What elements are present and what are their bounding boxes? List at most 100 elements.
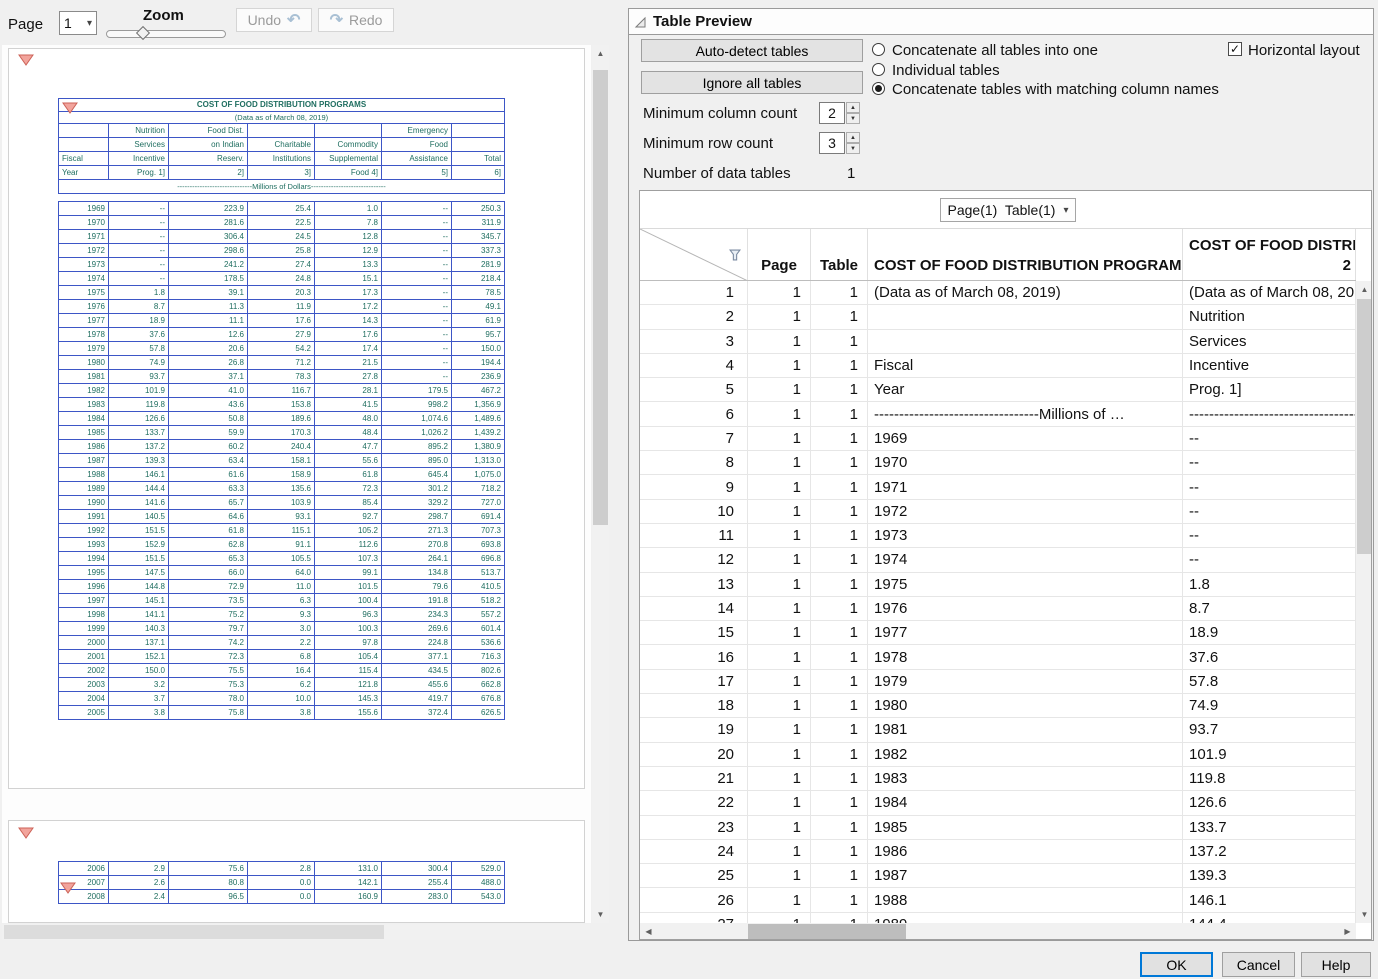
table-marker-icon[interactable] xyxy=(60,882,76,894)
pdf-cell: 47.7 xyxy=(315,440,382,454)
table-row[interactable]: 1511197718.9 xyxy=(640,621,1356,645)
table-row[interactable]: 1911198193.7 xyxy=(640,718,1356,742)
scroll-down-arrow[interactable]: ▼ xyxy=(592,906,609,923)
cancel-button[interactable]: Cancel xyxy=(1222,952,1295,977)
pdf-cell: 11.9 xyxy=(248,300,315,314)
scroll-right-arrow[interactable]: ▶ xyxy=(1339,923,1356,940)
panel-title: Table Preview xyxy=(653,13,752,30)
table-row[interactable]: 26111988146.1 xyxy=(640,888,1356,912)
table-row[interactable]: 1711197957.8 xyxy=(640,670,1356,694)
pdf-cell: 50.8 xyxy=(169,412,248,426)
col2-cell: --------------------------------------- xyxy=(1183,402,1356,425)
zoom-slider-track[interactable] xyxy=(106,30,226,38)
table-row[interactable]: 7111969-- xyxy=(640,427,1356,451)
pdf-cell: 1973 xyxy=(59,258,109,272)
pdf-detected-table[interactable]: COST OF FOOD DISTRIBUTION PROGRAMS(Data … xyxy=(58,98,505,720)
pdf-cell: 1,380.9 xyxy=(452,440,505,454)
ok-button[interactable]: OK xyxy=(1140,952,1213,977)
pdf-cell: 107.3 xyxy=(315,552,382,566)
min-column-count-stepper[interactable]: ▲ ▼ xyxy=(846,102,860,124)
page-select[interactable]: 1 ▾ xyxy=(59,11,97,35)
table-row[interactable]: 25111987139.3 xyxy=(640,864,1356,888)
spinner-down-icon[interactable]: ▼ xyxy=(846,113,860,124)
filter-funnel-icon[interactable] xyxy=(729,249,741,261)
min-row-count-input[interactable]: 3 xyxy=(819,132,845,154)
scroll-down-arrow[interactable]: ▼ xyxy=(1356,906,1372,923)
document-horizontal-scrollbar[interactable] xyxy=(2,924,590,940)
ignore-all-tables-button[interactable]: Ignore all tables xyxy=(641,71,863,94)
spinner-down-icon[interactable]: ▼ xyxy=(846,143,860,154)
grid-horizontal-scrollbar[interactable]: ◀ ▶ xyxy=(640,923,1356,940)
table-cell: 1 xyxy=(811,718,868,741)
table-row[interactable]: 21111983119.8 xyxy=(640,767,1356,791)
scroll-thumb[interactable] xyxy=(593,70,608,525)
spinner-up-icon[interactable]: ▲ xyxy=(846,132,860,143)
table-row[interactable]: 11111973-- xyxy=(640,524,1356,548)
table-marker-icon[interactable] xyxy=(18,54,34,66)
table-row[interactable]: 8111970-- xyxy=(640,451,1356,475)
table-row[interactable]: 27111989144.4 xyxy=(640,913,1356,923)
horizontal-layout-label[interactable]: Horizontal layout xyxy=(1248,42,1360,59)
radio-concatenate-matching[interactable] xyxy=(872,82,885,95)
spinner-up-icon[interactable]: ▲ xyxy=(846,102,860,113)
table-row[interactable]: 131119751.8 xyxy=(640,573,1356,597)
scroll-left-arrow[interactable]: ◀ xyxy=(640,923,657,940)
table-row[interactable]: 211Nutrition xyxy=(640,305,1356,329)
table-row[interactable]: 1811198074.9 xyxy=(640,694,1356,718)
redo-button[interactable]: ↷ Redo xyxy=(318,8,394,32)
table-row[interactable]: 411FiscalIncentive xyxy=(640,354,1356,378)
table-selector-strip: Page(1) Table(1) ▾ xyxy=(640,191,1371,229)
table-marker-icon[interactable] xyxy=(62,102,78,114)
radio-individual-tables[interactable] xyxy=(872,63,885,76)
col1-cell: 1987 xyxy=(868,864,1183,887)
help-button[interactable]: Help xyxy=(1301,952,1371,977)
table-row[interactable]: 9111971-- xyxy=(640,475,1356,499)
grid-header-table[interactable]: Table xyxy=(811,229,868,280)
min-row-count-stepper[interactable]: ▲ ▼ xyxy=(846,132,860,154)
grid-header-page[interactable]: Page xyxy=(748,229,811,280)
collapse-triangle-icon[interactable] xyxy=(634,16,647,29)
grid-header-col1[interactable]: COST OF FOOD DISTRIBUTION PROGRAMS xyxy=(868,229,1183,280)
table-row[interactable]: 24111986137.2 xyxy=(640,840,1356,864)
table-cell: 1 xyxy=(811,451,868,474)
table-row[interactable]: 141119768.7 xyxy=(640,597,1356,621)
table-row[interactable]: 511YearProg. 1] xyxy=(640,378,1356,402)
min-column-count-input[interactable]: 2 xyxy=(819,102,845,124)
table-row[interactable]: 12111974-- xyxy=(640,548,1356,572)
grid-header-col2[interactable]: COST OF FOOD DISTRI 2 xyxy=(1183,229,1356,280)
table-row[interactable]: 23111985133.7 xyxy=(640,816,1356,840)
col1-cell xyxy=(868,330,1183,353)
table-row[interactable]: 10111972-- xyxy=(640,500,1356,524)
pdf-cell: 74.2 xyxy=(169,636,248,650)
table-row[interactable]: 111(Data as of March 08, 2019)(Data as o… xyxy=(640,281,1356,305)
table-selector-dropdown[interactable]: Page(1) Table(1) ▾ xyxy=(940,198,1076,222)
row-number-cell: 1 xyxy=(640,281,748,304)
table-row[interactable]: 311Services xyxy=(640,330,1356,354)
table-row[interactable]: 1611197837.6 xyxy=(640,645,1356,669)
scroll-thumb[interactable] xyxy=(1357,299,1372,554)
radio-concatenate-matching-label[interactable]: Concatenate tables with matching column … xyxy=(892,81,1219,98)
scroll-up-arrow[interactable]: ▲ xyxy=(1356,281,1372,298)
scroll-thumb[interactable] xyxy=(748,924,906,939)
radio-concatenate-all-label[interactable]: Concatenate all tables into one xyxy=(892,42,1098,59)
grid-vertical-scrollbar[interactable]: ▲ ▼ xyxy=(1356,281,1372,923)
table-row[interactable]: 22111984126.6 xyxy=(640,791,1356,815)
table-row[interactable]: 611---------------------------------Mill… xyxy=(640,402,1356,426)
pdf-cell: 99.1 xyxy=(315,566,382,580)
auto-detect-tables-button[interactable]: Auto-detect tables xyxy=(641,39,863,62)
pdf-cell: 78.5 xyxy=(452,286,505,300)
horizontal-layout-checkbox[interactable]: ✓ xyxy=(1228,42,1242,56)
radio-individual-tables-label[interactable]: Individual tables xyxy=(892,62,1000,79)
pdf-cell xyxy=(59,138,109,152)
undo-button[interactable]: Undo ↶ xyxy=(236,8,312,32)
pdf-cell: 49.1 xyxy=(452,300,505,314)
scroll-up-arrow[interactable]: ▲ xyxy=(592,45,609,62)
scroll-thumb[interactable] xyxy=(4,925,384,939)
grid-corner-cell[interactable] xyxy=(640,229,748,280)
pdf-detected-table[interactable]: 20062.975.62.8131.0300.4529.020072.680.8… xyxy=(58,861,505,904)
radio-concatenate-all[interactable] xyxy=(872,43,885,56)
table-row[interactable]: 20111982101.9 xyxy=(640,743,1356,767)
document-vertical-scrollbar[interactable]: ▲ ▼ xyxy=(592,45,609,923)
table-marker-icon[interactable] xyxy=(18,827,34,839)
pdf-cell: 145.3 xyxy=(315,692,382,706)
